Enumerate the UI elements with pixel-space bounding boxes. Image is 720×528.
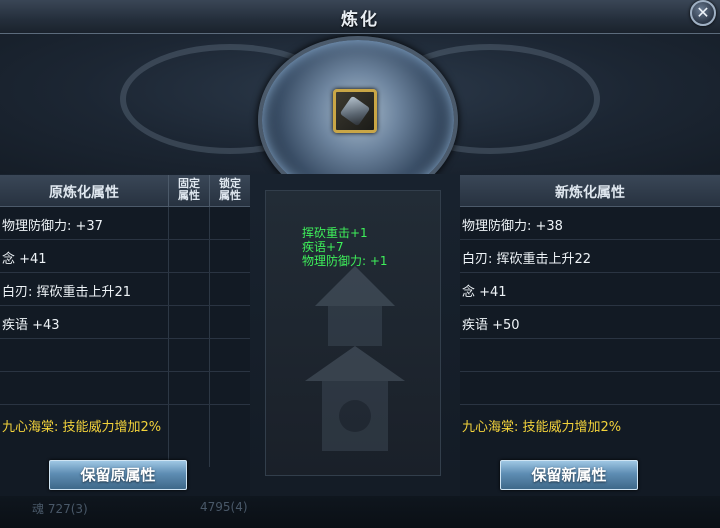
new-attributes-header: 新炼化属性	[460, 175, 720, 207]
attribute-row[interactable]: 念 +41	[0, 240, 250, 273]
attribute-row[interactable]: 疾语 +43	[0, 306, 250, 339]
attribute-row[interactable]: 白刃: 挥砍重击上升21	[0, 273, 250, 306]
refine-window: 炼化 ✕ 原炼化属性 固定 属性 锁定 属性 物理防御力: +37 念 +41	[0, 0, 720, 528]
attribute-row[interactable]: 物理防御力: +37	[0, 207, 250, 240]
attribute-text: 疾语 +50	[462, 318, 520, 333]
attribute-row[interactable]: 念 +41	[460, 273, 720, 306]
attribute-text: 白刃: 挥砍重击上升22	[462, 252, 592, 267]
attribute-row	[460, 339, 720, 372]
window-title: 炼化	[341, 10, 379, 30]
attribute-row[interactable]: 白刃: 挥砍重击上升22	[460, 240, 720, 273]
set-bonus-text: 九心海棠: 技能威力增加2%	[2, 420, 162, 435]
title-bar: 炼化 ✕	[0, 0, 720, 34]
original-attributes-header: 原炼化属性	[0, 175, 168, 207]
bottom-status-strip	[0, 496, 720, 528]
attribute-row	[0, 339, 250, 372]
keep-new-button[interactable]: 保留新属性	[500, 460, 638, 490]
refine-orb-area	[0, 34, 720, 174]
attribute-text: 念 +41	[2, 252, 47, 267]
original-attributes-panel: 原炼化属性 固定 属性 锁定 属性 物理防御力: +37 念 +41 白刃: 挥…	[0, 175, 250, 528]
fixed-attribute-column-header: 固定 属性	[168, 175, 209, 207]
attribute-text: 白刃: 挥砍重击上升21	[2, 285, 132, 300]
equipment-icon	[339, 95, 371, 127]
footer-right-text: 4795(4)	[200, 500, 248, 514]
locked-label-2: 属性	[219, 189, 241, 202]
original-attributes-title: 原炼化属性	[49, 185, 119, 201]
keep-original-button[interactable]: 保留原属性	[49, 460, 187, 490]
locked-attribute-column-header: 锁定 属性	[209, 175, 250, 207]
close-icon[interactable]: ✕	[690, 0, 716, 26]
fixed-label-2: 属性	[178, 189, 200, 202]
attribute-row	[460, 372, 720, 405]
attribute-row	[0, 372, 250, 405]
equipment-slot[interactable]	[333, 89, 377, 133]
change-line: 挥砍重击+1	[302, 226, 368, 240]
set-bonus-text: 九心海棠: 技能威力增加2%	[462, 420, 622, 435]
change-line: 疾语+7	[302, 240, 344, 254]
attribute-row[interactable]: 物理防御力: +38	[460, 207, 720, 240]
footer-left-text: 魂 727(3)	[32, 502, 88, 516]
attribute-text: 物理防御力: +37	[2, 219, 103, 234]
change-line: 物理防御力: +1	[302, 254, 388, 268]
new-attributes-panel: 新炼化属性 物理防御力: +38 白刃: 挥砍重击上升22 念 +41 疾语 +…	[460, 175, 720, 528]
attribute-text: 念 +41	[462, 285, 507, 300]
attribute-text: 物理防御力: +38	[462, 219, 563, 234]
tower-emblem-icon	[305, 266, 405, 451]
attribute-row[interactable]: 疾语 +50	[460, 306, 720, 339]
new-attributes-title: 新炼化属性	[555, 185, 625, 201]
attribute-text: 疾语 +43	[2, 318, 60, 333]
